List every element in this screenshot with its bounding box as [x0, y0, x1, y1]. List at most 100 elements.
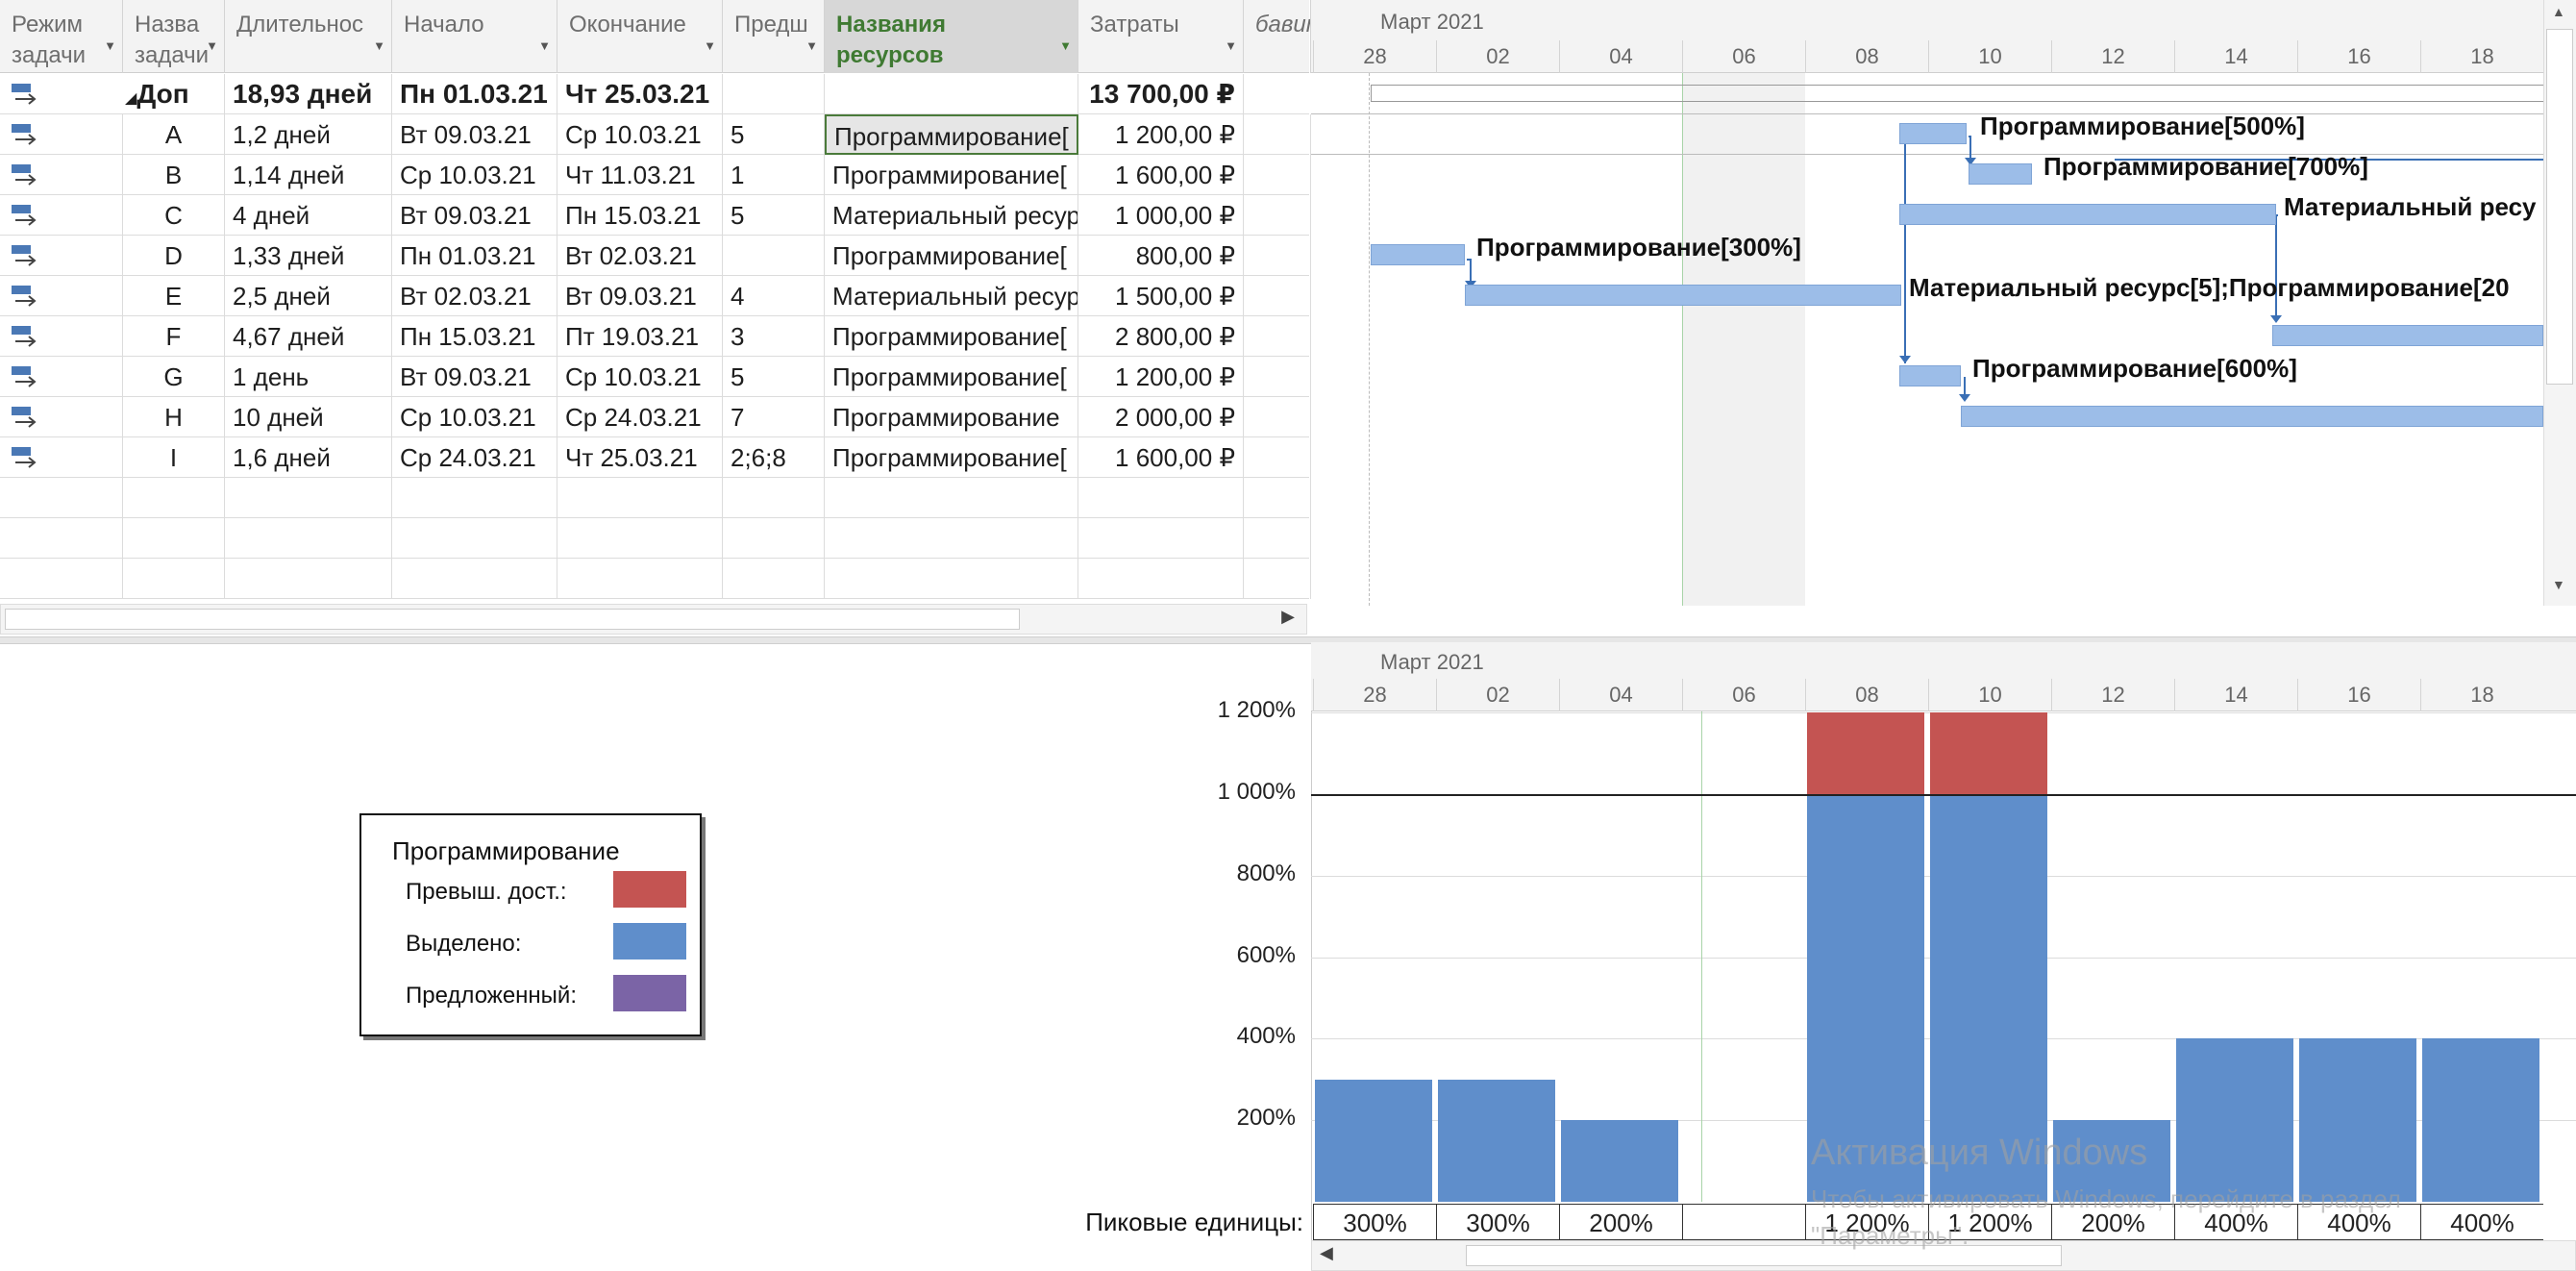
cell-duration[interactable]: 1,2 дней [225, 114, 392, 155]
cell-pred[interactable] [723, 236, 825, 276]
cell-start[interactable]: Вт 02.03.21 [392, 276, 557, 316]
chevron-down-icon[interactable]: ▼ [704, 31, 716, 62]
cell-finish[interactable] [557, 518, 723, 559]
task-bar-c[interactable] [1899, 204, 2276, 225]
cell-name[interactable]: G [123, 357, 225, 397]
cell-name[interactable]: F [123, 316, 225, 357]
cell-pred[interactable] [723, 559, 825, 599]
cell-duration[interactable]: 2,5 дней [225, 276, 392, 316]
cell-add[interactable] [1244, 559, 1311, 599]
cell-resources[interactable]: Материальный ресур [825, 276, 1078, 316]
col-header-resources[interactable]: Названия ресурсов ▼ [825, 0, 1078, 73]
cell-name[interactable]: I [123, 437, 225, 478]
cell-pred[interactable]: 4 [723, 276, 825, 316]
cell-name[interactable]: C [123, 195, 225, 236]
cell-mode[interactable] [0, 518, 123, 559]
cell-finish[interactable] [557, 478, 723, 518]
cell-pred[interactable]: 5 [723, 114, 825, 155]
cell-add[interactable] [1244, 155, 1311, 195]
cell-pred[interactable] [723, 478, 825, 518]
cell-add[interactable] [1244, 397, 1311, 437]
cell-mode[interactable] [0, 155, 123, 195]
cell-name[interactable]: E [123, 276, 225, 316]
cell-mode[interactable] [0, 357, 123, 397]
cell-pred[interactable]: 3 [723, 316, 825, 357]
chevron-down-icon[interactable]: ▼ [805, 31, 818, 62]
table-row[interactable]: D 1,33 дней Пн 01.03.21 Вт 02.03.21 Программ… [0, 236, 1311, 276]
table-row[interactable]: A 1,2 дней Вт 09.03.21 Ср 10.03.21 5 Программ… [0, 114, 1311, 155]
scroll-thumb[interactable] [1466, 1245, 2062, 1266]
col-header-start[interactable]: Начало ▼ [392, 0, 557, 73]
task-bar-g[interactable] [1899, 365, 1961, 386]
cell-start[interactable] [392, 559, 557, 599]
cell-resources[interactable]: Программирование[ [825, 316, 1078, 357]
cell-add[interactable] [1244, 478, 1311, 518]
cell-add[interactable] [1244, 437, 1311, 478]
cell-resources[interactable]: Программирование[ [825, 357, 1078, 397]
col-header-finish[interactable]: Окончание ▼ [557, 0, 723, 73]
cell-mode[interactable] [0, 559, 123, 599]
cell-resources[interactable]: Программирование [825, 397, 1078, 437]
cell-duration[interactable]: 4,67 дней [225, 316, 392, 357]
cell-cost[interactable]: 1 500,00 ₽ [1078, 276, 1244, 316]
cell-start[interactable] [392, 518, 557, 559]
cell-mode[interactable] [0, 316, 123, 357]
cell-add[interactable] [1244, 195, 1311, 236]
cell-add[interactable] [1244, 316, 1311, 357]
cell-resources[interactable]: Программирование[ [825, 155, 1078, 195]
table-row[interactable]: B 1,14 дней Ср 10.03.21 Чт 11.03.21 1 Програм… [0, 155, 1311, 195]
cell-name[interactable]: A [123, 114, 225, 155]
cell-duration[interactable]: 1,14 дней [225, 155, 392, 195]
cell-duration[interactable]: 10 дней [225, 397, 392, 437]
task-bar-a[interactable] [1899, 123, 1967, 144]
cell-name[interactable]: D [123, 236, 225, 276]
cell-cost[interactable]: 1 600,00 ₽ [1078, 437, 1244, 478]
cell-name[interactable]: B [123, 155, 225, 195]
cell-add[interactable] [1244, 114, 1311, 155]
cell-start[interactable]: Ср 10.03.21 [392, 397, 557, 437]
task-bar-f[interactable] [2272, 325, 2543, 346]
col-header-add[interactable]: бавит [1244, 0, 1311, 73]
cell-name[interactable] [123, 559, 225, 599]
scroll-down-icon[interactable]: ▼ [2552, 577, 2565, 592]
cell-cost[interactable]: 1 600,00 ₽ [1078, 155, 1244, 195]
cell-finish[interactable]: Ср 24.03.21 [557, 397, 723, 437]
cell-resources[interactable] [825, 559, 1078, 599]
cell-mode[interactable] [0, 114, 123, 155]
cell-add[interactable] [1244, 518, 1311, 559]
task-bar-d[interactable] [1371, 244, 1465, 265]
col-header-duration[interactable]: Длительнос ▼ [225, 0, 392, 73]
cell-start[interactable]: Вт 09.03.21 [392, 114, 557, 155]
cell-finish[interactable]: Пт 19.03.21 [557, 316, 723, 357]
cell-finish[interactable]: Вт 02.03.21 [557, 236, 723, 276]
cell-resources[interactable]: Программирование[ [825, 236, 1078, 276]
table-row[interactable]: G1 день Вт 09.03.21 Ср 10.03.21 5 Программир… [0, 357, 1311, 397]
col-header-cost[interactable]: Затраты ▼ [1078, 0, 1244, 73]
cell-finish[interactable]: Чт 25.03.21 [557, 437, 723, 478]
cell-pred[interactable]: 7 [723, 397, 825, 437]
cell-resources[interactable] [825, 74, 1078, 114]
scroll-thumb[interactable] [5, 609, 1020, 630]
col-header-predecessors[interactable]: Предш ▼ [723, 0, 825, 73]
cell-duration[interactable] [225, 559, 392, 599]
cell-finish[interactable] [557, 559, 723, 599]
gantt-vertical-scrollbar[interactable]: ▲ ▼ [2543, 0, 2576, 606]
cell-cost[interactable]: 1 200,00 ₽ [1078, 357, 1244, 397]
cell-mode[interactable] [0, 195, 123, 236]
cell-start[interactable]: Пн 01.03.21 [392, 74, 557, 114]
task-bar-b[interactable] [1969, 163, 2032, 185]
cell-duration[interactable] [225, 478, 392, 518]
cell-cost[interactable] [1078, 478, 1244, 518]
cell-name[interactable]: H [123, 397, 225, 437]
table-row[interactable] [0, 478, 1311, 518]
cell-start[interactable]: Пн 15.03.21 [392, 316, 557, 357]
cell-mode[interactable] [0, 478, 123, 518]
cell-cost[interactable]: 800,00 ₽ [1078, 236, 1244, 276]
cell-mode[interactable] [0, 437, 123, 478]
cell-start[interactable]: Ср 10.03.21 [392, 155, 557, 195]
cell-cost[interactable] [1078, 518, 1244, 559]
cell-duration[interactable]: 1,6 дней [225, 437, 392, 478]
cell-duration[interactable]: 4 дней [225, 195, 392, 236]
cell-pred[interactable] [723, 74, 825, 114]
scroll-thumb[interactable] [2546, 29, 2573, 385]
